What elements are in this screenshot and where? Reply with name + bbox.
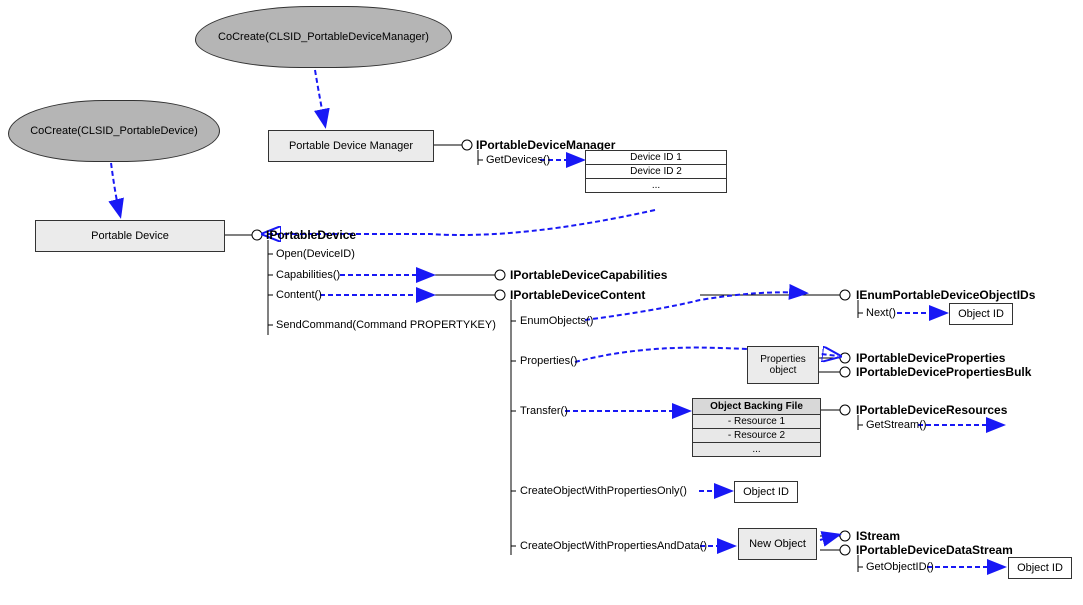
meth-sendcmd: SendCommand(Command PROPERTYKEY)	[276, 319, 496, 331]
resource-table: Object Backing File - Resource 1 - Resou…	[692, 398, 821, 457]
box-label: New Object	[749, 538, 806, 550]
meth-enumobj: EnumObjects()	[520, 315, 593, 327]
tbl-cell: - Resource 2	[693, 429, 820, 443]
iface-ipdcont: IPortableDeviceContent	[510, 288, 645, 302]
objid-label: Object ID	[743, 486, 789, 498]
objid-box-1: Object ID	[949, 303, 1013, 325]
meth-open: Open(DeviceID)	[276, 248, 355, 260]
box-label: Portable Device Manager	[289, 140, 413, 152]
meth-getstream: GetStream()	[866, 419, 927, 431]
iface-ipdds: IPortableDeviceDataStream	[856, 543, 1013, 557]
objid-label: Object ID	[1017, 562, 1063, 574]
meth-cap: Capabilities()	[276, 269, 340, 281]
iface-ienum: IEnumPortableDeviceObjectIDs	[856, 288, 1035, 302]
tbl-cell: ...	[693, 443, 820, 456]
device-id-table: Device ID 1 Device ID 2 ...	[585, 150, 727, 193]
box-label: Portable Device	[91, 230, 169, 242]
cloud-label: CoCreate(CLSID_PortableDevice)	[30, 125, 198, 137]
iface-istream: IStream	[856, 529, 900, 543]
tbl-cell: Device ID 1	[586, 151, 726, 165]
box-pdm: Portable Device Manager	[268, 130, 434, 162]
box-label: Properties object	[748, 354, 818, 376]
objid-box-3: Object ID	[1008, 557, 1072, 579]
box-pd: Portable Device	[35, 220, 225, 252]
meth-transfer: Transfer()	[520, 405, 568, 417]
iface-ipdprop: IPortableDeviceProperties	[856, 351, 1005, 365]
meth-cwpo: CreateObjectWithPropertiesOnly()	[520, 485, 687, 497]
meth-props: Properties()	[520, 355, 577, 367]
iface-ipdres: IPortableDeviceResources	[856, 403, 1007, 417]
iface-ipd: IPortableDevice	[266, 228, 356, 242]
box-new-obj: New Object	[738, 528, 817, 560]
tbl-cell: ...	[586, 179, 726, 192]
meth-next: Next()	[866, 307, 896, 319]
meth-getdev: GetDevices()	[486, 154, 550, 166]
iface-ipdcap: IPortableDeviceCapabilities	[510, 268, 667, 282]
box-props-obj: Properties object	[747, 346, 819, 384]
cloud-label: CoCreate(CLSID_PortableDeviceManager)	[218, 31, 429, 43]
cloud-co-create-pd: CoCreate(CLSID_PortableDevice)	[8, 100, 220, 162]
objid-label: Object ID	[958, 308, 1004, 320]
tbl-cell: - Resource 1	[693, 415, 820, 429]
cloud-co-create-pdm: CoCreate(CLSID_PortableDeviceManager)	[195, 6, 452, 68]
objid-box-2: Object ID	[734, 481, 798, 503]
meth-cont: Content()	[276, 289, 322, 301]
tbl-hdr: Object Backing File	[693, 399, 820, 415]
meth-getobjid: GetObjectID()	[866, 561, 934, 573]
meth-cwpad: CreateObjectWithPropertiesAndData()	[520, 540, 707, 552]
iface-ipdpropb: IPortableDevicePropertiesBulk	[856, 365, 1031, 379]
tbl-cell: Device ID 2	[586, 165, 726, 179]
